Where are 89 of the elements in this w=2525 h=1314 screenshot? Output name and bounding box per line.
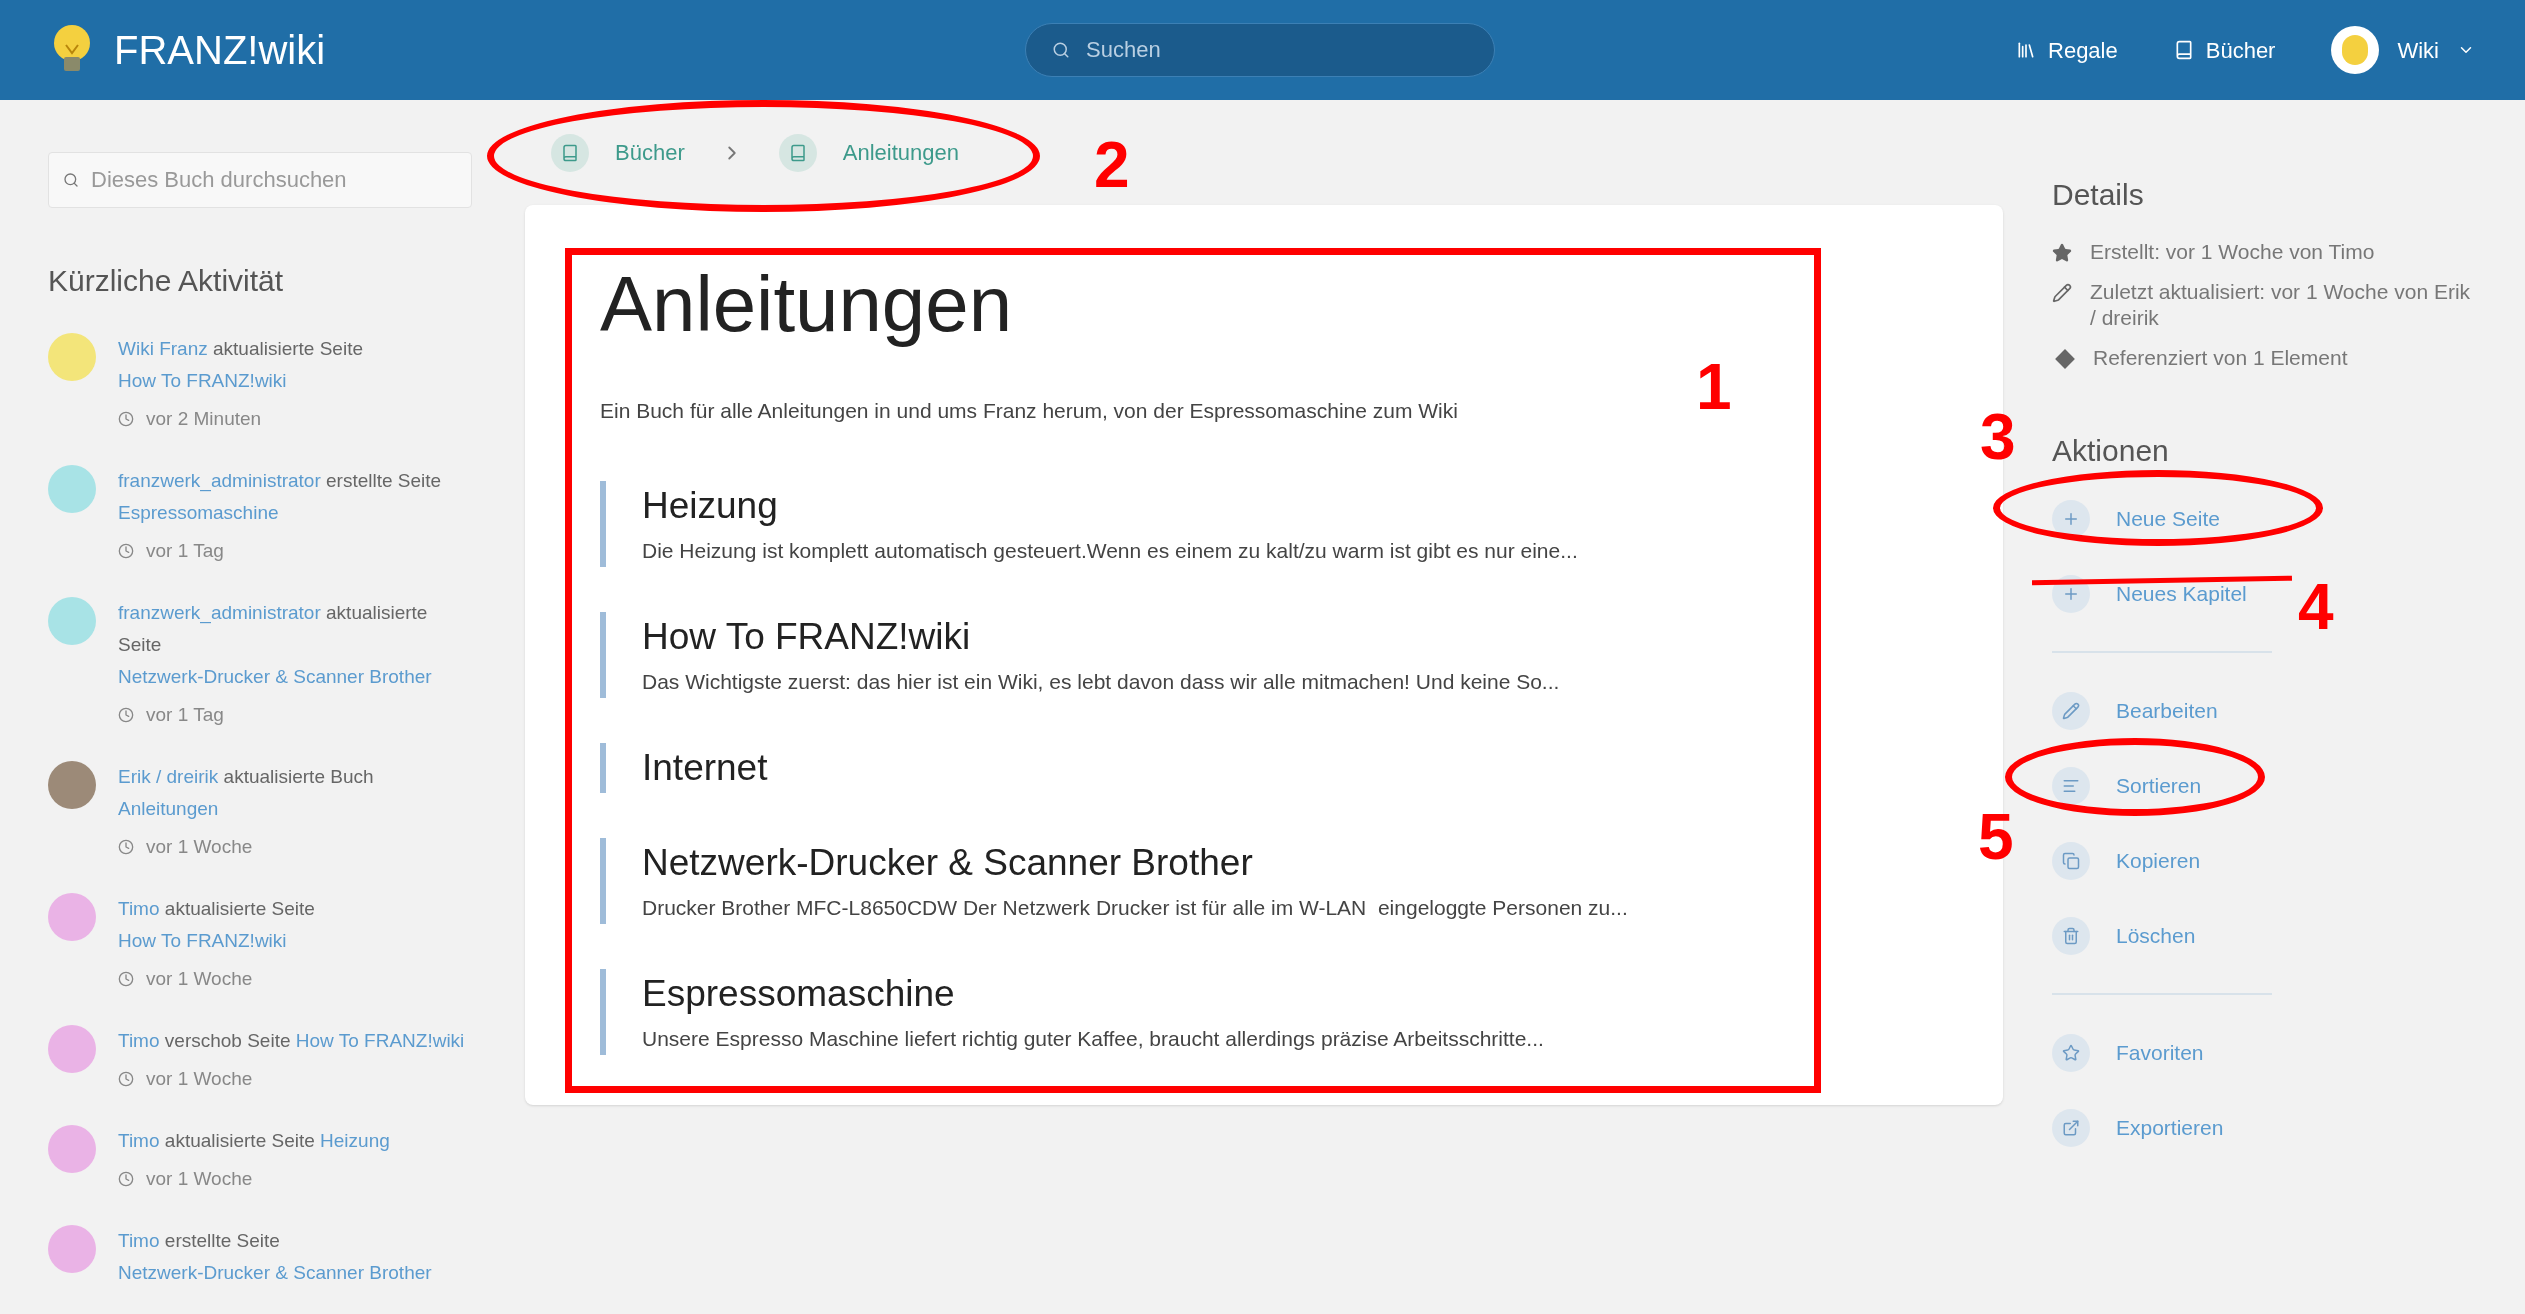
action-link[interactable]: Kopieren [2052, 823, 2201, 898]
user-link[interactable]: Timo [118, 1130, 160, 1151]
activity-text: Timo verschob Seite How To FRANZ!wiki [118, 1029, 465, 1053]
page-link[interactable]: Netzwerk-Drucker & Scanner Brother [118, 666, 432, 687]
action-link[interactable]: Favoriten [2052, 1015, 2204, 1090]
site-title[interactable]: FRANZ!wiki [114, 20, 326, 80]
search-icon [63, 172, 79, 188]
section-title: Aktionen [2052, 433, 2170, 469]
search-icon [1052, 41, 1071, 59]
user-link[interactable]: Timo [118, 1030, 160, 1051]
avatar-icon [2331, 26, 2380, 74]
breadcrumb-link[interactable]: Bücher [551, 133, 685, 172]
page-link[interactable]: Heizung [320, 1130, 390, 1151]
user-link[interactable]: Wiki Franz [118, 338, 208, 359]
nav-link[interactable]: Regale [2016, 33, 2118, 67]
page-link[interactable]: How To FRANZ!wiki [118, 370, 287, 391]
page-title[interactable]: Netzwerk-Drucker & Scanner Brother [642, 839, 1928, 886]
activity-time: vor 1 Woche [146, 1067, 253, 1091]
clock-icon [118, 1171, 134, 1187]
user-link[interactable]: franzwerk_administrator [118, 602, 321, 623]
page-title[interactable]: Internet [642, 744, 1928, 791]
activity-text: franzwerk_administrator erstellte Seite Espressomaschine [118, 469, 443, 525]
annotation-number: 1 [1696, 355, 1732, 419]
activity-time: vor 1 Tag [146, 703, 224, 727]
shelves-icon [2016, 40, 2036, 60]
clock-icon [118, 971, 134, 987]
action-link[interactable]: Bearbeiten [2052, 673, 2218, 748]
page-excerpt: Die Heizung ist komplett automatisch gesteuert.Wenn es einem zu kalt/zu warm ist gibt es nur eine... [642, 537, 1579, 564]
activity-time: vor 1 Woche [146, 835, 253, 859]
activity-text: Timo erstellte Seite Netzwerk-Drucker & Scanner Brother [118, 1229, 433, 1285]
search-field[interactable]: Suchen [1086, 24, 1469, 76]
annotation-number: 2 [1094, 133, 1130, 197]
page-title[interactable]: How To FRANZ!wiki [642, 613, 1928, 660]
activity-text: Wiki Franz aktualisierte Seite How To FRANZ!wiki [118, 337, 364, 393]
annotation-number: 3 [1980, 405, 2016, 469]
action-link[interactable]: Exportieren [2052, 1090, 2224, 1165]
detail-text: Erstellt: vor 1 Woche von Timo [2090, 239, 2375, 265]
lines-icon [2052, 766, 2090, 805]
activity-time: vor 2 Minuten [146, 407, 262, 431]
page-title[interactable]: Espressomaschine [642, 970, 1928, 1017]
star-icon [2052, 243, 2072, 263]
clock-icon [118, 543, 134, 559]
external-link-icon [2052, 1108, 2090, 1147]
page-link[interactable]: Anleitungen [118, 798, 219, 819]
user-link[interactable]: franzwerk_administrator [118, 470, 321, 491]
page-link[interactable]: Netzwerk-Drucker & Scanner Brother [118, 1262, 432, 1283]
page-excerpt: Unsere Espresso Maschine liefert richtig guter Kaffee, braucht allerdings präzise Arbeitsschritte... [642, 1025, 1545, 1052]
page-link[interactable]: How To FRANZ!wiki [118, 930, 287, 951]
book-search-bar[interactable]: Dieses Buch durchsuchen [48, 152, 472, 208]
activity-text: Timo aktualisierte Seite How To FRANZ!wiki [118, 897, 316, 953]
activity-time: vor 1 Woche [146, 967, 253, 991]
pencil-icon [2052, 691, 2090, 730]
page-excerpt: Drucker Brother MFC-L8650CDW Der Netzwerk Drucker ist für alle im W-LAN eingeloggte Personen zu... [642, 894, 1629, 921]
nav-link[interactable]: Bücher [2173, 33, 2276, 67]
action-link[interactable]: Löschen [2052, 898, 2196, 973]
activity-text: Erik / dreirik aktualisierte Buch Anleitungen [118, 765, 375, 821]
user-link[interactable]: Erik / dreirik [118, 766, 219, 787]
user-menu[interactable]: Wiki [2331, 26, 2475, 74]
activity-text: franzwerk_administrator aktualisierte Seite Netzwerk-Drucker & Scanner Brother [118, 601, 433, 689]
detail-text: Referenziert von 1 Element [2093, 345, 2348, 371]
page-excerpt: Das Wichtigste zuerst: das hier ist ein Wiki, es lebt davon dass wir alle mitmachen! Und keine So... [642, 668, 1561, 695]
page-link[interactable]: Espressomaschine [118, 502, 279, 523]
clock-icon [118, 411, 134, 427]
activity-time: vor 1 Tag [146, 539, 224, 563]
detail-text: Zuletzt aktualisiert: vor 1 Woche von Erik / dreirik [2090, 279, 2472, 331]
book-icon [551, 133, 589, 172]
section-title: Details [2052, 177, 2145, 213]
section-title: Kürzliche Aktivität [48, 263, 285, 299]
trash-icon [2052, 916, 2090, 955]
clock-icon [118, 839, 134, 855]
annotation-number: 4 [2298, 575, 2334, 639]
clock-icon [118, 707, 134, 723]
activity-text: Timo aktualisierte Seite Heizung [118, 1129, 390, 1153]
search-bar[interactable]: Suchen [1025, 23, 1496, 77]
pencil-icon [2052, 283, 2072, 303]
book-search-field[interactable]: Dieses Buch durchsuchen [91, 153, 457, 207]
activity-time: vor 1 Woche [146, 1167, 253, 1191]
copy-icon [2052, 841, 2090, 880]
user-link[interactable]: Timo [118, 1230, 160, 1251]
clock-icon [118, 1071, 134, 1087]
breadcrumb-link[interactable]: Anleitungen [778, 133, 959, 172]
page-title[interactable]: Heizung [642, 482, 1928, 529]
action-link[interactable]: Sortieren [2052, 748, 2202, 823]
annotation-number: 5 [1978, 805, 2014, 869]
book-description: Ein Buch für alle Anleitungen in und ums Franz herum, von der Espressomaschine zum Wiki [600, 398, 1459, 424]
user-link[interactable]: Timo [118, 898, 160, 919]
page-link[interactable]: How To FRANZ!wiki [295, 1030, 465, 1051]
book-icon [778, 133, 817, 172]
action-link[interactable]: Neue Seite [2052, 481, 2220, 556]
